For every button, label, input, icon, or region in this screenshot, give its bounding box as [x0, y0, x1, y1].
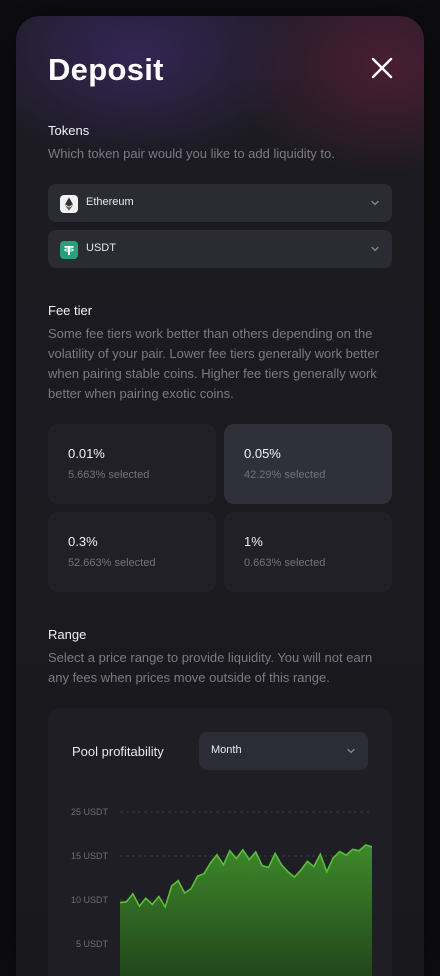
fee-tier-percent: 0.3%: [68, 534, 98, 549]
pool-profitability-chart: 25 USDT 15 USDT 10 USDT 5 USDT: [71, 807, 373, 976]
close-icon[interactable]: [369, 55, 395, 81]
y-tick-label: 15 USDT: [71, 851, 109, 861]
fee-tier-option-0-05[interactable]: 0.05% 42.29% selected: [224, 424, 392, 504]
fee-tier-label: Fee tier: [48, 303, 93, 318]
fee-tier-selected-share: 42.29% selected: [244, 469, 326, 481]
range-description: Select a price range to provide liquidit…: [48, 650, 373, 685]
fee-tier-selected-share: 5.663% selected: [68, 469, 150, 481]
dialog-title: Deposit: [48, 52, 164, 87]
token-b-label: USDT: [86, 242, 116, 254]
fee-tier-selected-share: 52.663% selected: [68, 557, 156, 569]
token-b-select[interactable]: USDT: [48, 230, 392, 268]
deposit-dialog: Deposit Tokens Which token pair would yo…: [16, 16, 424, 976]
fee-tier-selected-share: 0.663% selected: [244, 557, 326, 569]
profitability-area: [120, 845, 372, 976]
tokens-description: Which token pair would you like to add l…: [48, 146, 335, 161]
tether-icon: [60, 241, 78, 259]
fee-tier-option-1[interactable]: 1% 0.663% selected: [224, 512, 392, 592]
ethereum-icon: [60, 195, 78, 213]
chevron-down-icon: [371, 246, 379, 252]
y-tick-label: 10 USDT: [71, 895, 109, 905]
pool-profitability-card: Pool profitability Month 25 USDT 15 USDT 1…: [48, 708, 392, 976]
fee-tier-percent: 0.05%: [244, 446, 281, 461]
token-a-select[interactable]: Ethereum: [48, 184, 392, 222]
fee-tier-option-0-01[interactable]: 0.01% 5.663% selected: [48, 424, 216, 504]
fee-tier-percent: 1%: [244, 534, 263, 549]
fee-tier-description: Some fee tiers work better than others d…: [48, 326, 379, 401]
y-tick-label: 25 USDT: [71, 807, 109, 817]
tokens-label: Tokens: [48, 123, 90, 138]
y-tick-label: 5 USDT: [76, 939, 109, 949]
chevron-down-icon: [371, 200, 379, 206]
token-a-label: Ethereum: [86, 196, 134, 208]
range-label: Range: [48, 627, 87, 642]
fee-tier-percent: 0.01%: [68, 446, 105, 461]
fee-tier-option-0-3[interactable]: 0.3% 52.663% selected: [48, 512, 216, 592]
